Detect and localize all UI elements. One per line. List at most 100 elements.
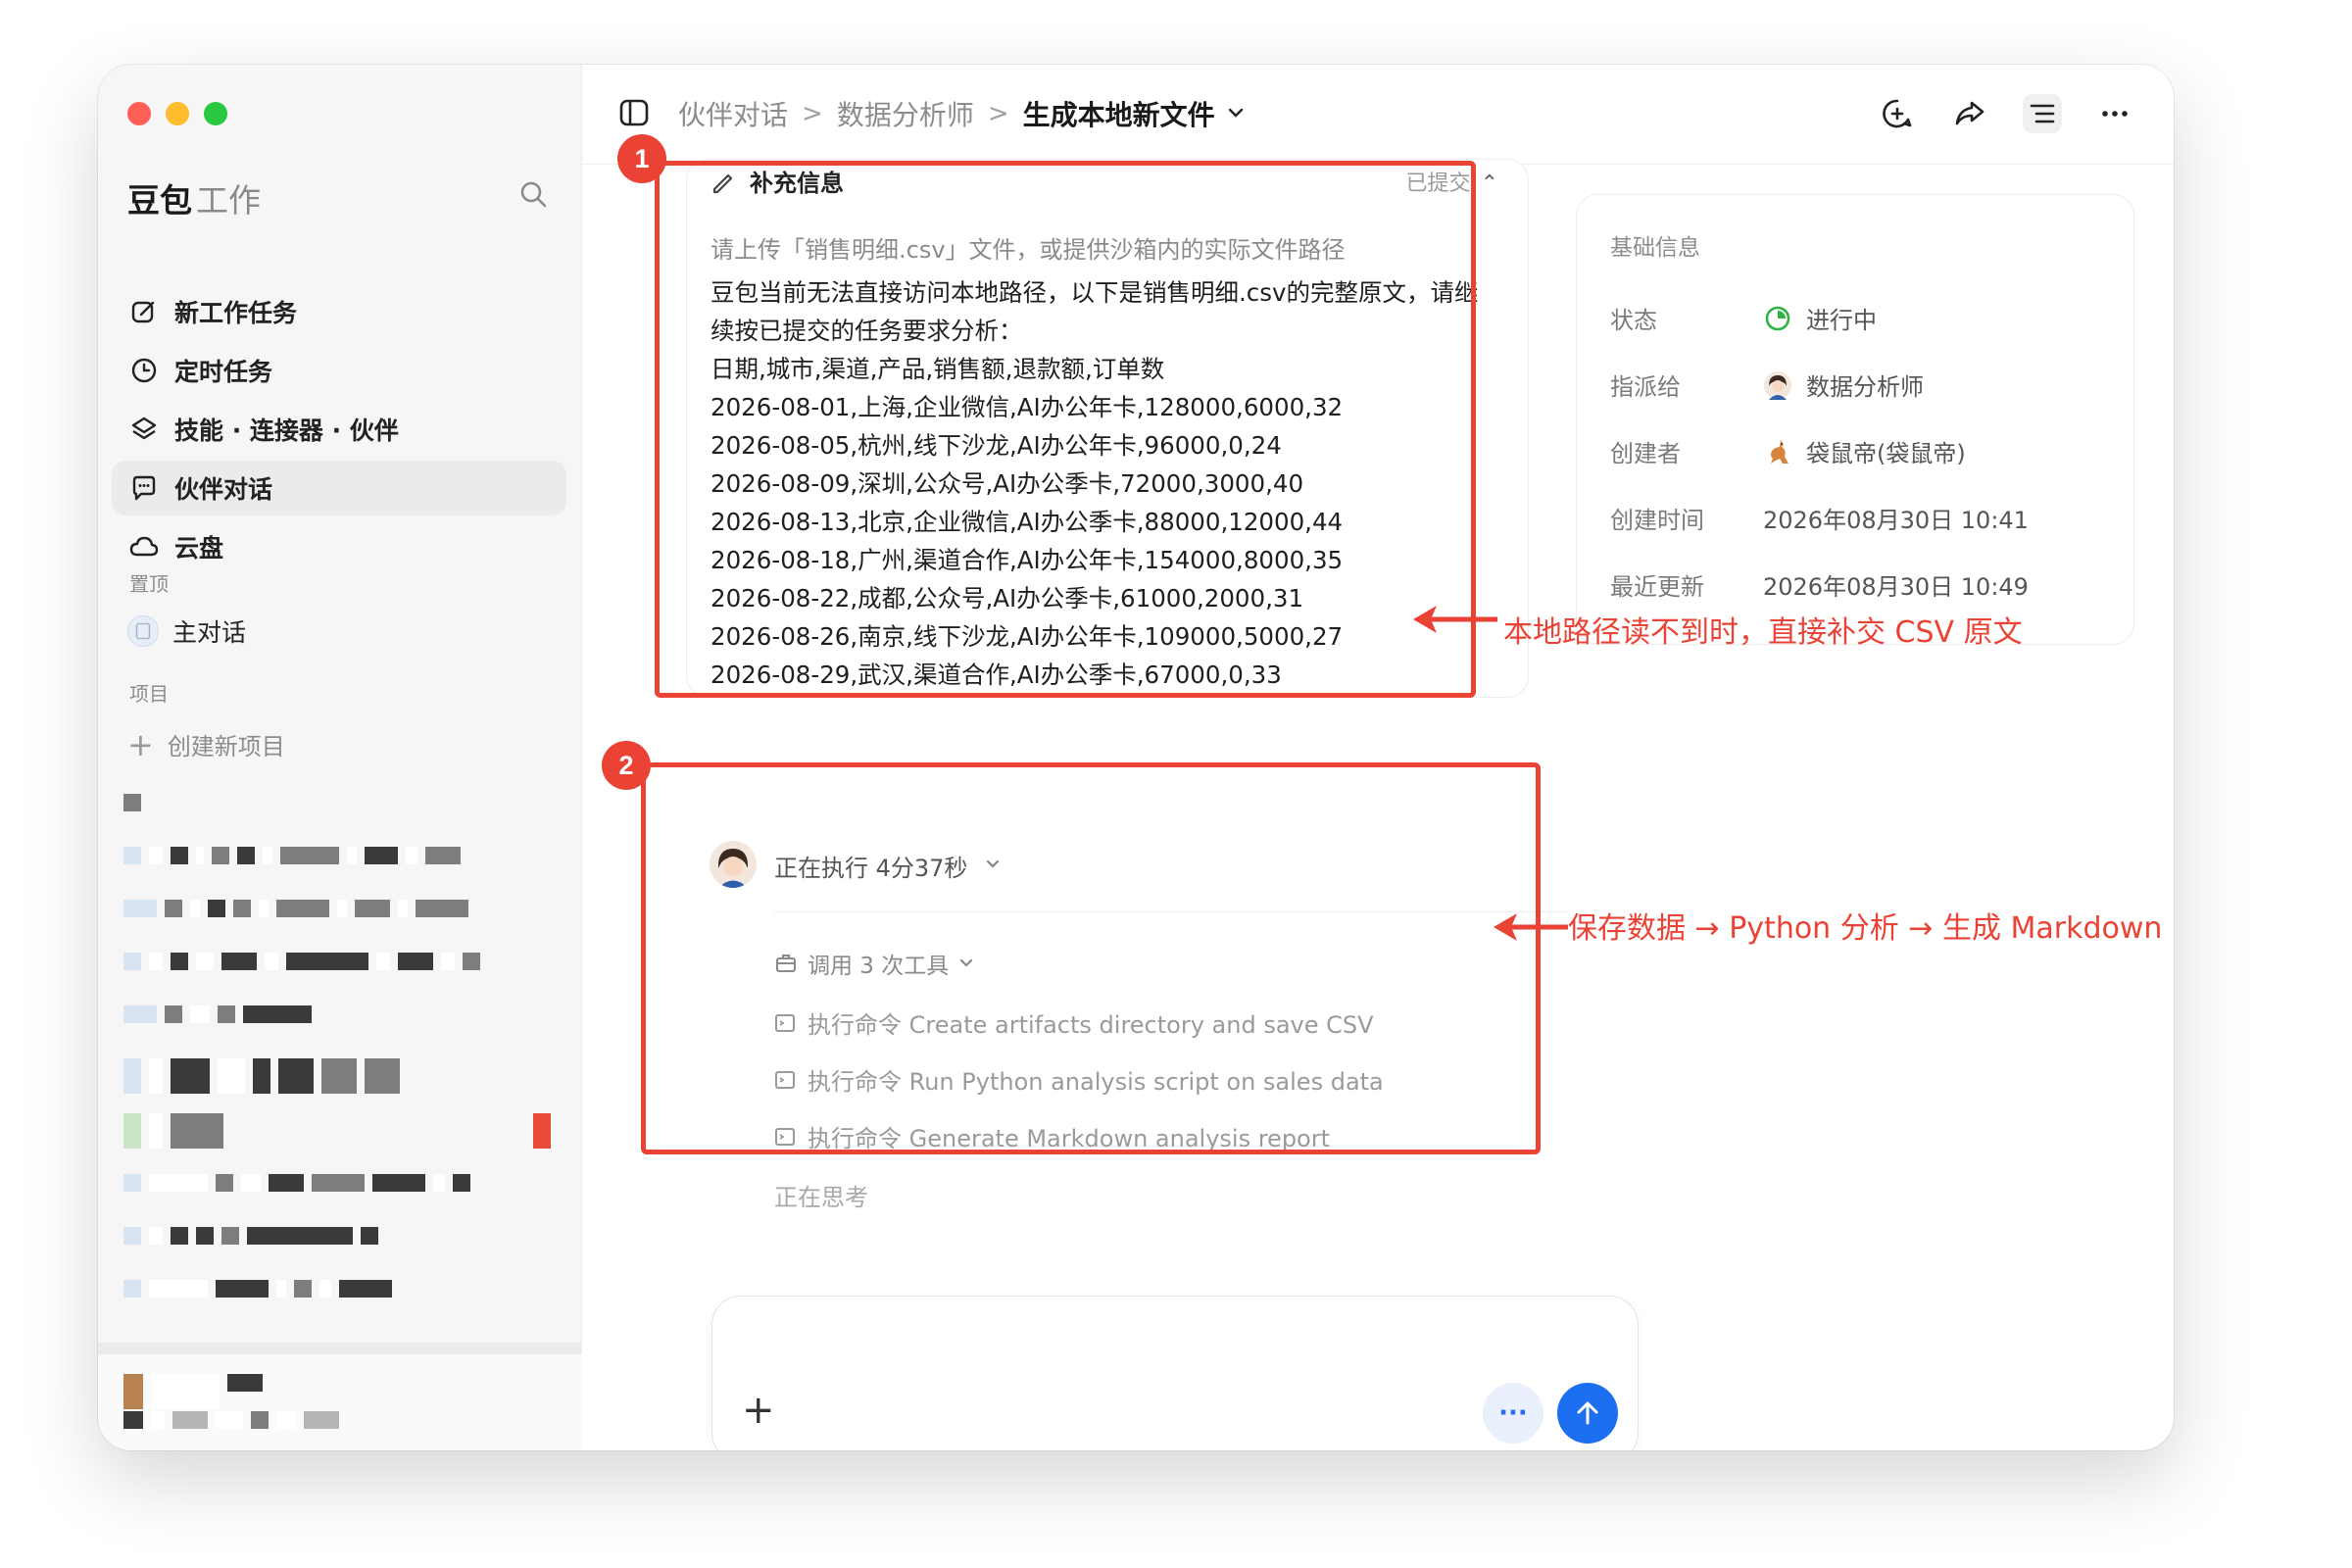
zoom-window-button[interactable] — [204, 102, 227, 125]
csv-line: 2026-08-26,南京,线下沙龙,AI办公年卡,109000,5000,27 — [710, 622, 1344, 651]
command-label: 执行命令 Generate Markdown analysis report — [808, 1125, 1331, 1152]
analyst-avatar-icon — [1763, 370, 1792, 400]
info-value: 2026年08月30日 10:49 — [1763, 573, 2029, 601]
blurred-list-item — [123, 1005, 312, 1023]
annotation-arrow-1 — [1413, 606, 1497, 633]
create-project-button[interactable]: + 创建新项目 — [127, 727, 285, 761]
sidebar-item-skills[interactable]: 技能 · 连接器 · 伙伴 — [112, 402, 566, 457]
divider — [774, 911, 1568, 912]
annotation-note-2: 保存数据 → Python 分析 → 生成 Markdown — [1568, 911, 2163, 946]
info-value: 袋鼠帝(袋鼠帝) — [1806, 440, 1966, 467]
new-chat-icon[interactable] — [1878, 94, 1917, 133]
sidebar-item-label: 云盘 — [174, 534, 224, 563]
annotation-badge-1: 1 — [617, 134, 666, 183]
share-icon[interactable] — [1950, 94, 1989, 133]
info-row-status: 状态 进行中 — [1610, 301, 1877, 335]
close-window-button[interactable] — [127, 102, 151, 125]
blurred-list-item — [123, 1174, 470, 1192]
info-row-assignee: 指派给 数据分析师 — [1610, 368, 1924, 402]
blurred-list-item — [123, 1058, 400, 1094]
info-key: 最近更新 — [1610, 573, 1704, 601]
info-key: 状态 — [1610, 307, 1657, 334]
sidebar-item-partner-chat[interactable]: 伙伴对话 — [112, 461, 566, 515]
chevron-down-icon[interactable] — [1225, 98, 1247, 130]
terminal-icon — [775, 1070, 795, 1089]
sidebar-toggle-icon[interactable] — [617, 96, 651, 129]
breadcrumb-data-analyst[interactable]: 数据分析师 — [837, 94, 974, 133]
projects-section-label: 项目 — [129, 682, 169, 706]
pinned-item-label: 主对话 — [172, 618, 247, 647]
blurred-list-item — [123, 794, 141, 811]
brand-title: 豆包 工作 — [127, 174, 261, 221]
blurred-list-item — [123, 1113, 551, 1149]
more-tools-button[interactable]: ··· — [1483, 1383, 1544, 1444]
sidebar-item-scheduled[interactable]: 定时任务 — [112, 343, 566, 398]
command-label: 执行命令 Run Python analysis script on sales… — [808, 1068, 1384, 1096]
sidebar-item-label: 伙伴对话 — [174, 475, 273, 504]
supplement-prompt: 请上传「销售明细.csv」文件，或提供沙箱内的实际文件路径 — [710, 236, 1346, 264]
supplement-info-card: 补充信息 已提交 ⌃ 请上传「销售明细.csv」文件，或提供沙箱内的实际文件路径 … — [686, 159, 1529, 698]
outline-list-icon[interactable] — [2023, 94, 2062, 133]
chevron-right-icon: > — [987, 99, 1009, 128]
sidebar-item-label: 技能 · 连接器 · 伙伴 — [174, 416, 399, 445]
breadcrumb-partner-chat[interactable]: 伙伴对话 — [678, 94, 788, 133]
blurred-list-item — [123, 847, 461, 864]
app-window: 豆包 工作 新工作任务 定时任务 技能 · 连接器 · 伙伴 伙伴对话 云盘 置… — [98, 65, 2174, 1450]
supplement-content: 豆包当前无法直接访问本地路径，以下是销售明细.csv的完整原文，请继续按已提交的… — [710, 273, 1485, 694]
command-label: 执行命令 Create artifacts directory and save… — [808, 1011, 1374, 1039]
execution-toggle[interactable]: 正在执行 4分37秒 — [774, 849, 1003, 883]
edit-note-icon — [712, 173, 733, 193]
window-controls — [127, 102, 227, 125]
add-attachment-icon[interactable]: + — [742, 1391, 775, 1430]
csv-line: 2026-08-29,武汉,渠道合作,AI办公季卡,67000,0,33 — [710, 661, 1282, 689]
more-options-icon[interactable] — [2095, 94, 2134, 133]
csv-line: 2026-08-05,杭州,线下沙龙,AI办公年卡,96000,0,24 — [710, 431, 1282, 460]
chevron-up-icon: ⌃ — [1480, 172, 1498, 196]
brand-sub: 工作 — [196, 181, 261, 220]
chat-avatar-icon — [127, 615, 159, 647]
edit-icon — [129, 297, 159, 326]
sidebar-item-new-task[interactable]: 新工作任务 — [112, 284, 566, 339]
command-item[interactable]: 执行命令 Generate Markdown analysis report — [774, 1119, 1330, 1153]
info-row-creator: 创建者 袋鼠帝(袋鼠帝) — [1610, 434, 1966, 468]
info-value: 数据分析师 — [1806, 373, 1924, 401]
chat-icon — [129, 473, 159, 503]
minimize-window-button[interactable] — [166, 102, 189, 125]
command-item[interactable]: 执行命令 Run Python analysis script on sales… — [774, 1062, 1384, 1097]
kangaroo-avatar-icon — [1763, 437, 1792, 466]
chevron-down-icon — [960, 958, 973, 967]
breadcrumb: 伙伴对话 > 数据分析师 > 生成本地新文件 — [678, 94, 1247, 133]
pinned-item-main-chat[interactable]: 主对话 — [127, 613, 246, 649]
sidebar: 豆包 工作 新工作任务 定时任务 技能 · 连接器 · 伙伴 伙伴对话 云盘 置… — [98, 65, 582, 1450]
tool-calls-toggle[interactable]: 调用 3 次工具 — [774, 947, 986, 980]
command-item[interactable]: 执行命令 Create artifacts directory and save… — [774, 1005, 1374, 1040]
execution-title: 正在执行 4分37秒 — [774, 855, 968, 882]
annotation-badge-2: 2 — [602, 741, 651, 790]
info-key: 创建者 — [1610, 440, 1681, 467]
message-composer[interactable]: + ··· — [711, 1296, 1639, 1450]
sidebar-item-label: 定时任务 — [174, 358, 273, 386]
sidebar-user-area[interactable] — [98, 1343, 582, 1450]
cloud-icon — [129, 532, 159, 562]
page-title[interactable]: 生成本地新文件 — [1023, 94, 1215, 133]
basic-info-card: 基础信息 状态 进行中 指派给 数据分析师 创建者 袋鼠帝(袋鼠帝) 创建时间 … — [1576, 194, 2134, 645]
search-icon[interactable] — [517, 178, 549, 210]
blurred-list-item — [123, 1280, 392, 1298]
terminal-icon — [775, 1013, 795, 1032]
info-row-updated: 最近更新 2026年08月30日 10:49 — [1610, 567, 2029, 602]
progress-status-icon — [1763, 304, 1792, 333]
brand-name: 豆包 — [127, 181, 192, 220]
top-bar: 伙伴对话 > 数据分析师 > 生成本地新文件 — [582, 65, 2174, 165]
supplement-status[interactable]: 已提交 ⌃ — [1406, 166, 1498, 197]
blurred-list-item — [123, 953, 480, 970]
analyst-face-icon — [710, 841, 757, 888]
send-button[interactable] — [1557, 1383, 1618, 1444]
info-row-created: 创建时间 2026年08月30日 10:41 — [1610, 501, 2029, 535]
top-actions — [1878, 94, 2134, 133]
sidebar-item-label: 新工作任务 — [174, 299, 298, 327]
basic-info-title: 基础信息 — [1610, 235, 1700, 261]
annotation-note-1: 本地路径读不到时，直接补交 CSV 原文 — [1503, 615, 2023, 650]
csv-line: 2026-08-22,成都,公众号,AI办公季卡,61000,2000,31 — [710, 584, 1304, 612]
layers-icon — [129, 415, 159, 444]
sidebar-item-cloud[interactable]: 云盘 — [112, 519, 566, 574]
